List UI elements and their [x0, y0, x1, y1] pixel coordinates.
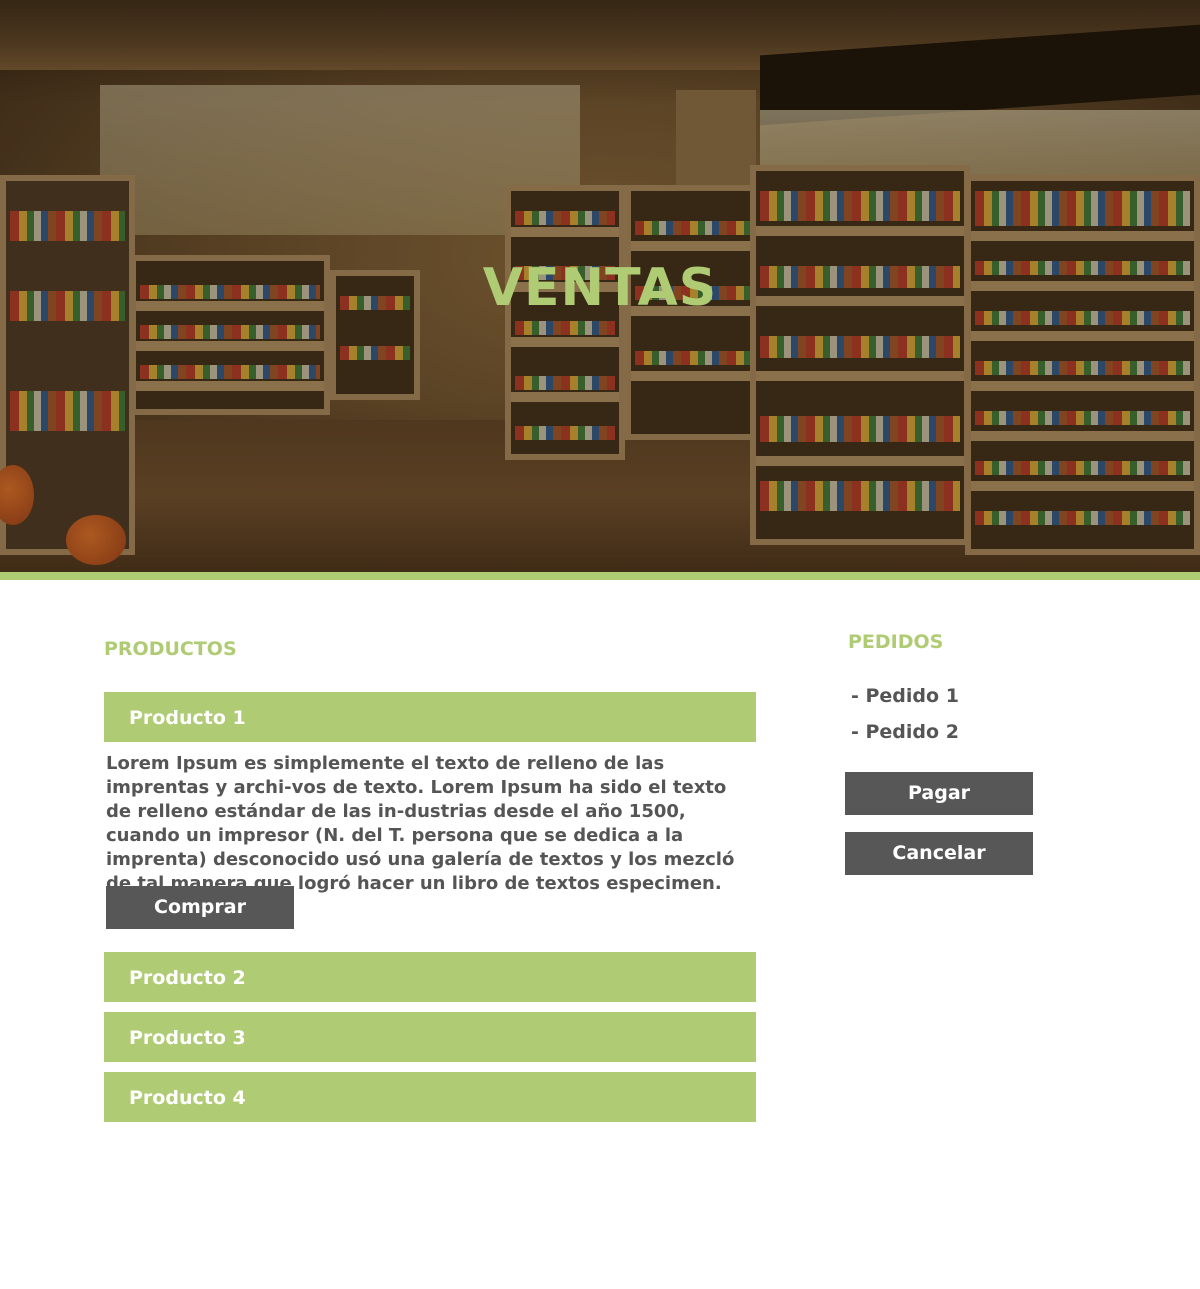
hero-banner: VENTAS — [0, 0, 1200, 572]
cancel-button[interactable]: Cancelar — [845, 832, 1033, 875]
buy-button[interactable]: Comprar — [106, 886, 294, 929]
orders-section-title: PEDIDOS — [848, 631, 944, 653]
order-item-2: - Pedido 2 — [851, 721, 959, 743]
products-section-title: PRODUCTOS — [104, 638, 237, 660]
product-4-header[interactable]: Producto 4 — [104, 1072, 756, 1122]
product-2-header[interactable]: Producto 2 — [104, 952, 756, 1002]
product-1-description: Lorem Ipsum es simplemente el texto de r… — [106, 753, 735, 894]
product-3-header[interactable]: Producto 3 — [104, 1012, 756, 1062]
order-item-1: - Pedido 1 — [851, 685, 959, 707]
product-1-header[interactable]: Producto 1 — [104, 692, 756, 742]
pay-button[interactable]: Pagar — [845, 772, 1033, 815]
page-title: VENTAS — [482, 258, 718, 318]
hero-accent-bar — [0, 572, 1200, 580]
